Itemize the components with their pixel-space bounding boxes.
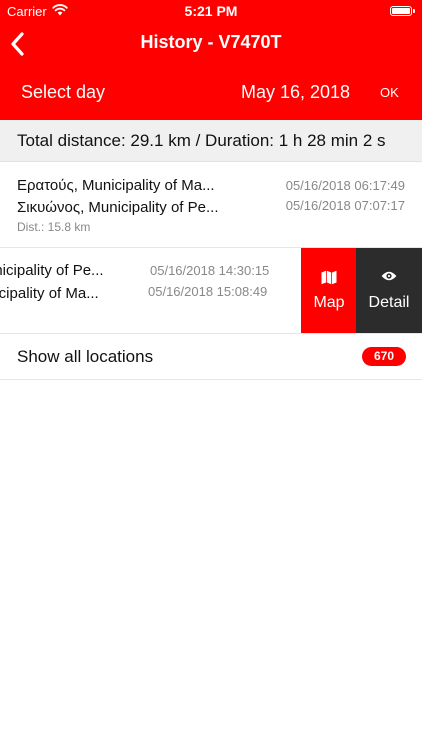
trip-start-time: 05/16/2018 14:30:15 [150, 263, 270, 278]
trip-row-swiped[interactable]: unicipality of Pe... nicipality of Ma...… [0, 248, 422, 334]
trip-end-location: nicipality of Ma... [0, 285, 99, 302]
trip-end-time: 05/16/2018 15:08:49 [148, 284, 268, 299]
summary-text: Total distance: 29.1 km / Duration: 1 h … [17, 131, 386, 150]
header: Carrier 5:21 PM History - V7470T Select … [0, 0, 422, 120]
map-action-label: Map [313, 294, 345, 311]
eye-icon [381, 271, 397, 281]
map-icon [321, 270, 337, 285]
selected-date[interactable]: May 16, 2018 [241, 82, 350, 103]
show-all-locations-row[interactable]: Show all locations 670 [0, 334, 422, 380]
trip-distance: Dist.: 15.8 km [17, 220, 91, 234]
page-title: History - V7470T [140, 32, 282, 52]
locations-count-badge: 670 [362, 347, 406, 366]
trip-row[interactable]: Ερατούς, Municipality of Ma... Σικυώνος,… [0, 162, 422, 248]
trip-start-location: Ερατούς, Municipality of Ma... [17, 177, 215, 194]
show-all-locations-label: Show all locations [17, 347, 154, 366]
battery-icon [390, 6, 415, 16]
trip-start-time: 05/16/2018 06:17:49 [285, 178, 405, 193]
status-time: 5:21 PM [184, 3, 238, 19]
trip-start-location: unicipality of Pe... [0, 262, 104, 279]
trip-end-location: Σικυώνος, Municipality of Pe... [17, 199, 219, 216]
select-day-label[interactable]: Select day [21, 82, 105, 103]
detail-action-label: Detail [368, 294, 410, 311]
detail-action-button[interactable]: Detail [356, 248, 422, 333]
map-action-button[interactable]: Map [301, 248, 357, 333]
ok-button[interactable]: OK [380, 85, 399, 100]
summary-bar: Total distance: 29.1 km / Duration: 1 h … [0, 120, 422, 162]
trip-end-time: 05/16/2018 07:07:17 [285, 198, 405, 213]
status-bar: Carrier 5:21 PM [0, 0, 422, 22]
